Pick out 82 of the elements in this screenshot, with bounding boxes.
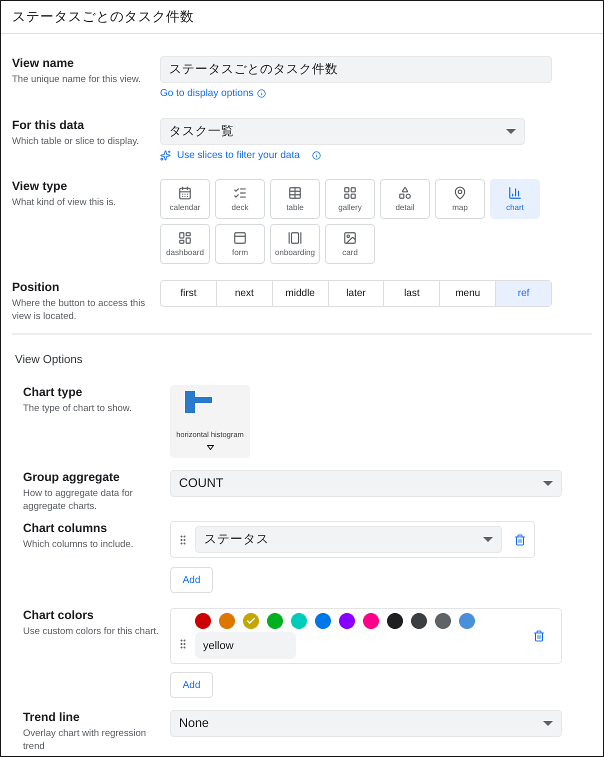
dropdown-caret-icon bbox=[543, 721, 553, 726]
color-swatch[interactable] bbox=[195, 613, 211, 629]
delete-icon[interactable] bbox=[514, 534, 526, 546]
slices-link[interactable]: Use slices to filter your data bbox=[177, 148, 300, 163]
view-type-icon bbox=[178, 186, 192, 200]
view-type-icon bbox=[233, 231, 247, 245]
delete-icon[interactable] bbox=[533, 630, 545, 642]
view-type-tile[interactable]: form bbox=[215, 224, 265, 264]
field-description: Which columns to include. bbox=[23, 538, 134, 551]
color-swatch[interactable] bbox=[459, 613, 475, 629]
field-label: Chart colors bbox=[23, 608, 95, 623]
color-swatch[interactable] bbox=[411, 613, 427, 629]
select-field[interactable]: COUNT bbox=[170, 470, 562, 497]
caret-icon bbox=[206, 445, 214, 450]
view-type-icon bbox=[453, 186, 467, 200]
field-description: What kind of view this is. bbox=[12, 196, 118, 209]
view-type-icon bbox=[343, 231, 357, 245]
view-type-tile[interactable]: deck bbox=[215, 179, 265, 219]
field-description: How to aggregate data for aggregate charts. bbox=[23, 487, 134, 513]
view-type-icon bbox=[233, 186, 247, 200]
field-description: Overlay chart with regression trend bbox=[23, 727, 148, 753]
info-icon bbox=[312, 151, 321, 160]
field-description: The unique name for this view. bbox=[12, 73, 142, 86]
view-type-tile[interactable]: onboarding bbox=[270, 224, 320, 264]
field-description: Use custom colors for this chart. bbox=[23, 625, 160, 638]
display-options-link[interactable]: Go to display options bbox=[160, 86, 552, 101]
position-option[interactable]: later bbox=[328, 281, 384, 306]
view-type-tile[interactable]: map bbox=[435, 179, 485, 219]
select-field[interactable]: ステータス bbox=[195, 526, 502, 553]
color-swatch[interactable] bbox=[435, 613, 451, 629]
add-button[interactable]: Add bbox=[170, 567, 213, 593]
field-label: View name bbox=[12, 56, 75, 71]
color-swatch[interactable] bbox=[267, 613, 283, 629]
histogram-icon bbox=[185, 391, 213, 413]
field-label: For this data bbox=[12, 118, 86, 133]
field-label: View type bbox=[12, 179, 68, 194]
view-type-icon bbox=[288, 231, 302, 245]
field-label: Chart columns bbox=[23, 521, 108, 536]
view-type-tile[interactable]: chart bbox=[490, 179, 540, 219]
color-name-field[interactable]: yellow bbox=[195, 632, 296, 659]
color-swatch[interactable] bbox=[315, 613, 331, 629]
color-swatch[interactable] bbox=[387, 613, 403, 629]
field-label: Position bbox=[12, 280, 60, 295]
check-icon bbox=[246, 616, 256, 626]
view-type-icon bbox=[343, 186, 357, 200]
position-option[interactable]: last bbox=[384, 281, 440, 306]
view-type-tile[interactable]: gallery bbox=[325, 179, 375, 219]
page-title: ステータスごとのタスク件数 bbox=[12, 8, 194, 26]
field-label: Trend line bbox=[23, 710, 81, 725]
select-field[interactable]: None bbox=[170, 710, 562, 737]
view-type-tile[interactable]: detail bbox=[380, 179, 430, 219]
view-type-tile[interactable]: dashboard bbox=[160, 224, 210, 264]
position-option[interactable]: middle bbox=[272, 281, 329, 306]
color-swatch[interactable] bbox=[339, 613, 355, 629]
color-swatch[interactable] bbox=[219, 613, 235, 629]
field-label: Group aggregate bbox=[23, 470, 121, 485]
info-icon bbox=[257, 89, 266, 98]
view-type-tile[interactable]: card bbox=[325, 224, 375, 264]
field-description: Which table or slice to display. bbox=[12, 135, 140, 148]
dropdown-caret-icon bbox=[483, 537, 493, 542]
position-option[interactable]: next bbox=[216, 281, 273, 306]
view-type-icon bbox=[178, 231, 192, 245]
color-swatch[interactable] bbox=[243, 613, 259, 629]
add-button[interactable]: Add bbox=[170, 672, 213, 698]
field-description: Where the button to access this view is located. bbox=[12, 297, 146, 323]
select-field[interactable]: タスク一覧 bbox=[160, 118, 525, 145]
view-type-icon bbox=[398, 186, 412, 200]
color-swatch[interactable] bbox=[363, 613, 379, 629]
color-swatch[interactable] bbox=[291, 613, 307, 629]
view-type-icon bbox=[288, 186, 302, 200]
section-title: View Options bbox=[15, 354, 83, 366]
field-description: The type of chart to show. bbox=[23, 402, 133, 415]
position-option[interactable]: ref bbox=[496, 281, 552, 306]
field-label: Chart type bbox=[23, 385, 84, 400]
dropdown-caret-icon bbox=[506, 129, 516, 134]
view-type-tile[interactable]: calendar bbox=[160, 179, 210, 219]
view-type-tile[interactable]: table bbox=[270, 179, 320, 219]
dropdown-caret-icon bbox=[543, 481, 553, 486]
view-type-icon bbox=[508, 186, 522, 200]
view-name-field[interactable]: ステータスごとのタスク件数 bbox=[160, 56, 552, 83]
position-option[interactable]: first bbox=[161, 281, 217, 306]
sparkle-icon bbox=[160, 150, 171, 161]
